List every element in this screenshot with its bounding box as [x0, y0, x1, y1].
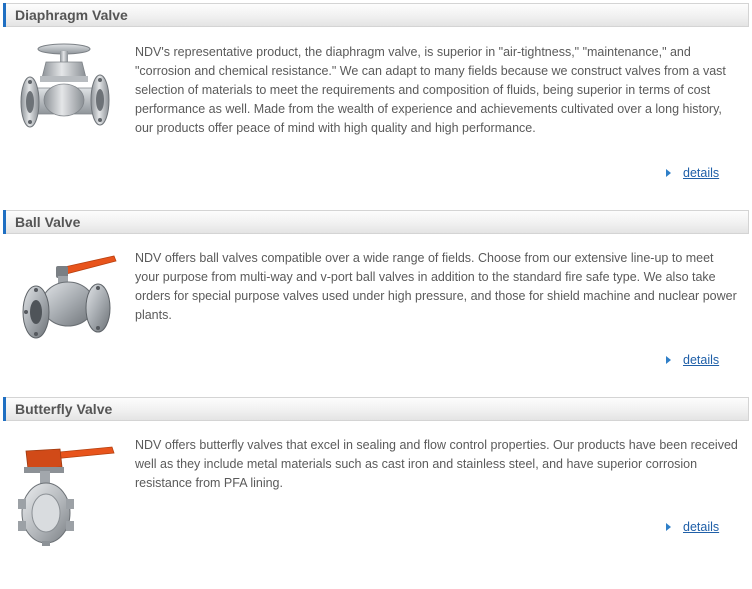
section-header: Ball Valve [3, 210, 749, 234]
details-link-label[interactable]: details [683, 166, 719, 180]
butterfly-valve-photo [18, 446, 115, 546]
section-title: Butterfly Valve [15, 401, 113, 417]
section-description: NDV's representative product, the diaphr… [135, 45, 726, 135]
details-link[interactable]: details [666, 165, 719, 181]
ball-valve-photo [22, 255, 117, 339]
section-title: Ball Valve [15, 214, 81, 230]
arrow-right-icon [666, 523, 671, 531]
section-header: Diaphragm Valve [3, 3, 749, 27]
arrow-right-icon [666, 356, 671, 364]
section-header: Butterfly Valve [3, 397, 749, 421]
arrow-right-icon [666, 169, 671, 177]
diaphragm-valve-photo [20, 43, 110, 128]
details-link-label[interactable]: details [683, 520, 719, 534]
details-link[interactable]: details [666, 352, 719, 368]
section-description: NDV offers ball valves compatible over a… [135, 251, 737, 322]
section-title: Diaphragm Valve [15, 7, 128, 23]
section-description: NDV offers butterfly valves that excel i… [135, 438, 738, 490]
details-link-label[interactable]: details [683, 353, 719, 367]
details-link[interactable]: details [666, 519, 719, 535]
